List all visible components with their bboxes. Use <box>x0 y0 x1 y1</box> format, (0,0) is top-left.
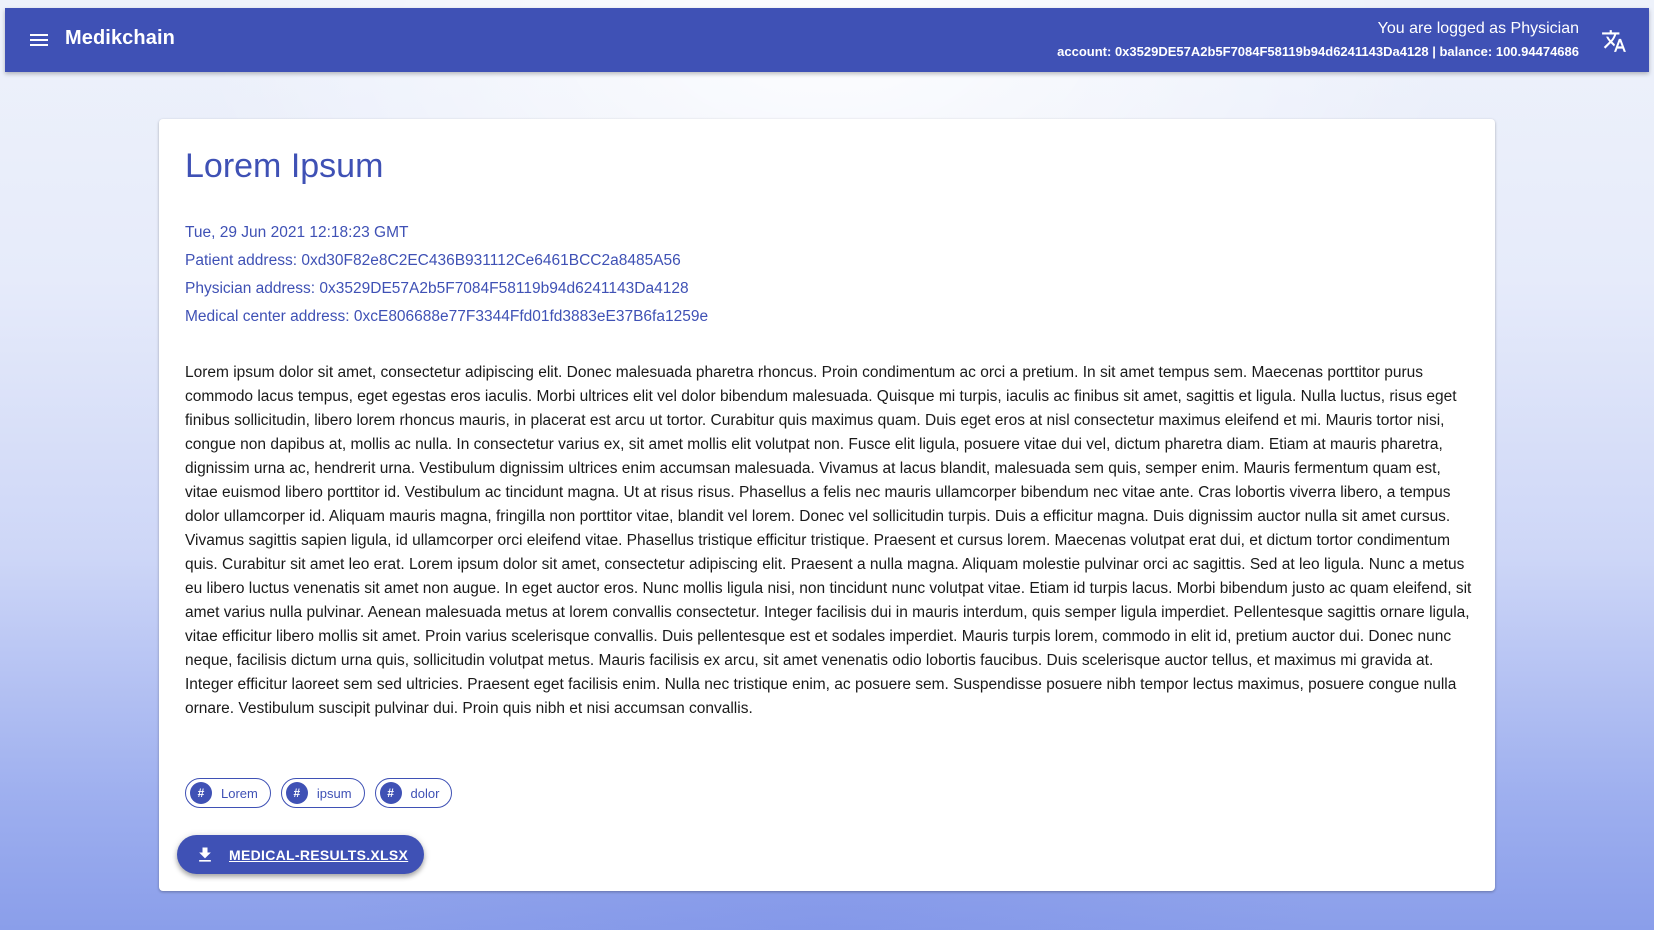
tag-label: dolor <box>410 785 440 801</box>
translate-icon[interactable] <box>1601 28 1627 54</box>
record-body: Lorem ipsum dolor sit amet, consectetur … <box>185 364 1472 717</box>
download-icon <box>199 847 211 862</box>
user-info: You are logged as Physician account: 0x3… <box>1057 19 1579 61</box>
tag-chip[interactable]: # ipsum <box>280 778 365 808</box>
record-metadata: Tue, 29 Jun 2021 12:18:23 GMT Patient ad… <box>185 219 708 331</box>
app-bar: Medikchain You are logged as Physician a… <box>5 8 1649 72</box>
tag-list: # Lorem # ipsum # dolor <box>185 778 453 808</box>
tag-label: Lorem <box>221 785 258 801</box>
account-balance: account: 0x3529DE57A2b5F7084F58119b94d62… <box>1057 44 1579 59</box>
medical-center-address: Medical center address: 0xcE806688e77F33… <box>185 308 709 325</box>
attachment-filename: MEDICAL-RESULTS.XLSX <box>229 846 409 863</box>
download-attachment-button[interactable]: MEDICAL-RESULTS.XLSX <box>177 835 425 874</box>
hash-icon: # <box>379 782 402 804</box>
logged-as-label: You are logged as Physician <box>1377 20 1579 37</box>
menu-icon[interactable] <box>27 28 51 52</box>
hash-icon: # <box>190 782 212 804</box>
physician-address: Physician address: 0x3529DE57A2b5F7084F5… <box>185 280 689 297</box>
record-title: Lorem Ipsum <box>185 147 384 185</box>
patient-address: Patient address: 0xd30F82e8C2EC436B93111… <box>185 252 681 269</box>
hash-icon: # <box>285 782 308 804</box>
app-title: Medikchain <box>65 27 175 49</box>
medical-record-card: Lorem Ipsum Tue, 29 Jun 2021 12:18:23 GM… <box>159 119 1495 891</box>
tag-chip[interactable]: # Lorem <box>185 778 271 808</box>
record-date: Tue, 29 Jun 2021 12:18:23 GMT <box>185 224 409 241</box>
tag-chip[interactable]: # dolor <box>374 778 453 808</box>
tag-label: ipsum <box>316 785 352 801</box>
